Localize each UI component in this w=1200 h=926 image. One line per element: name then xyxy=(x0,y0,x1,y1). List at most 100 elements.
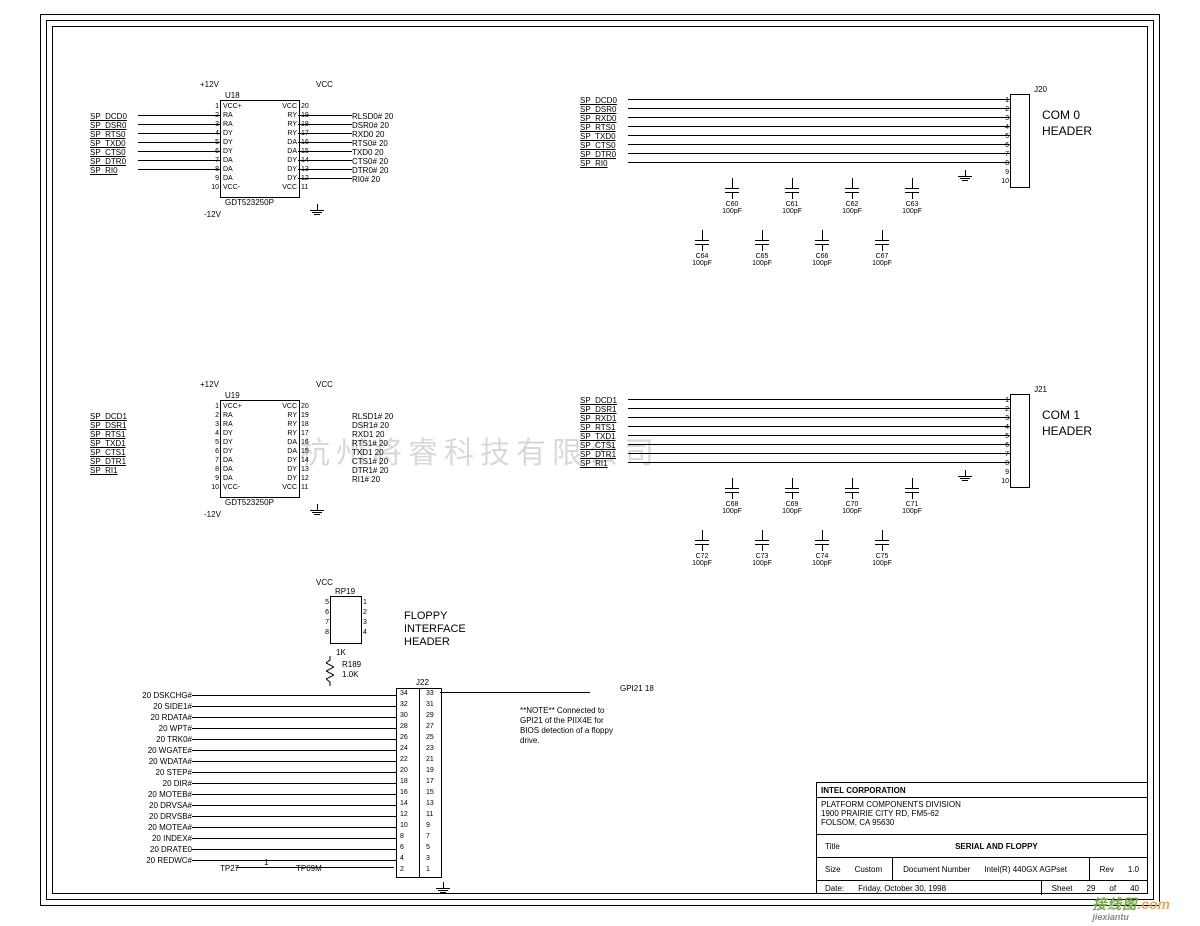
j22-pin-r: 31 xyxy=(426,701,434,708)
sig: 20 DSKCHG# xyxy=(72,690,192,701)
sig: SP_CTS0 xyxy=(580,141,617,150)
bus xyxy=(192,772,396,773)
u18-vcc: VCC xyxy=(316,80,333,89)
sig: SP_TXD0 xyxy=(580,132,617,141)
sig: DTR0# 20 xyxy=(352,166,393,175)
sig: SP_DCD0 xyxy=(580,96,617,105)
p: VCC xyxy=(282,484,297,491)
n: 10 xyxy=(207,484,219,491)
sig: SP_RTS0 xyxy=(90,130,127,139)
p: DA xyxy=(287,439,297,446)
chip-u18-part: GDT523250P xyxy=(225,198,274,207)
sig: SP_DTR0 xyxy=(580,150,617,159)
u18-pin-r-20: VCC xyxy=(282,103,297,110)
bus xyxy=(192,783,396,784)
p: VCC xyxy=(282,403,297,410)
u18-num-r-11: 11 xyxy=(301,184,313,191)
j22-pin-l: 6 xyxy=(400,844,404,851)
n: 17 xyxy=(301,430,313,437)
sig: 20 DIR# xyxy=(72,778,192,789)
v: 100pF xyxy=(722,208,742,215)
bus xyxy=(138,124,220,125)
n: 19 xyxy=(301,412,313,419)
bus xyxy=(138,169,220,170)
n: 4 xyxy=(207,430,219,437)
c: C75 xyxy=(876,553,889,560)
p: RY xyxy=(287,421,297,428)
bus xyxy=(298,169,352,170)
sig: CTS1# 20 xyxy=(352,457,393,466)
tb-of: 40 xyxy=(1126,884,1143,893)
u18-pin-l-10: VCC- xyxy=(223,184,240,191)
tp27: TP27 xyxy=(220,864,239,873)
j22-pin-r: 17 xyxy=(426,778,434,785)
bus xyxy=(298,115,352,116)
u18-pin-l-1: VCC+ xyxy=(223,103,242,110)
p: RA xyxy=(223,421,233,428)
rp-p: 4 xyxy=(363,629,375,636)
p: 6 xyxy=(999,442,1009,449)
floppy-vcc: VCC xyxy=(316,578,333,587)
sig: RLSD1# 20 xyxy=(352,412,393,421)
bus xyxy=(628,144,1010,145)
c: C68 xyxy=(726,501,739,508)
bus xyxy=(138,115,220,116)
sig: DTR1# 20 xyxy=(352,466,393,475)
j22-pin-r: 3 xyxy=(426,855,430,862)
v: 100pF xyxy=(692,560,712,567)
sig: SP_RI0 xyxy=(580,159,617,168)
bus xyxy=(628,417,1010,418)
bus xyxy=(628,117,1010,118)
bus xyxy=(628,108,1010,109)
com0-sig-right: RLSD0# 20 DSR0# 20 RXD0 20 RTS0# 20 TXD0… xyxy=(352,112,393,184)
n: 9 xyxy=(207,475,219,482)
u18-pin-l-2: RA xyxy=(223,112,233,119)
bus xyxy=(192,860,396,861)
n: 11 xyxy=(301,484,313,491)
bus xyxy=(628,426,1010,427)
sig: RI0# 20 xyxy=(352,175,393,184)
u18-pin-r-14: DY xyxy=(287,157,297,164)
u18-pin-l-6: DY xyxy=(223,148,233,155)
bus xyxy=(192,750,396,751)
sig: SP_TXD0 xyxy=(90,139,127,148)
sig: SP_DSR0 xyxy=(580,105,617,114)
v: 100pF xyxy=(872,560,892,567)
u19-gnd xyxy=(310,504,324,515)
sig: RTS1# 20 xyxy=(352,439,393,448)
j22-pin-r: 29 xyxy=(426,712,434,719)
p: 9 xyxy=(999,469,1009,476)
com0-title1: COM 0 xyxy=(1042,108,1080,122)
u19-vcc: VCC xyxy=(316,380,333,389)
sig: SP_DTR1 xyxy=(90,457,127,466)
p: DA xyxy=(223,475,233,482)
com0-sig-left: SP_DCD0 SP_DSR0 SP_RTS0 SP_TXD0 SP_CTS0 … xyxy=(90,112,127,175)
u18-gnd xyxy=(310,204,324,215)
bus xyxy=(298,178,352,179)
j22-pin-r: 19 xyxy=(426,767,434,774)
com0-title2: HEADER xyxy=(1042,124,1092,138)
v: 100pF xyxy=(782,508,802,515)
title-block: INTEL CORPORATION PLATFORM COMPONENTS DI… xyxy=(816,782,1148,894)
v: 100pF xyxy=(782,208,802,215)
sig: RXD0 20 xyxy=(352,130,393,139)
sig: 20 TRK0# xyxy=(72,734,192,745)
p: 2 xyxy=(999,406,1009,413)
tb-doc: Intel(R) 440GX AGPset xyxy=(980,865,1082,874)
u19-vplus: +12V xyxy=(200,380,219,389)
sig: RI1# 20 xyxy=(352,475,393,484)
tb-sheet: 29 xyxy=(1083,884,1100,893)
sig: SP_RXD1 xyxy=(580,414,617,423)
p: 6 xyxy=(999,142,1009,149)
bus xyxy=(138,133,220,134)
c: C66 xyxy=(816,253,829,260)
sig: SP_RTS1 xyxy=(580,423,617,432)
p: DY xyxy=(223,448,233,455)
u18-pin-r-12: DY xyxy=(287,175,297,182)
hdr-j21: J21 1 2 3 4 5 6 7 8 9 10 xyxy=(1010,394,1030,488)
p: 10 xyxy=(999,478,1009,485)
com1-hdr-sig: SP_DCD1 SP_DSR1 SP_RXD1 SP_RTS1 SP_TXD1 … xyxy=(580,396,617,468)
sig: SP_CTS1 xyxy=(580,441,617,450)
p: DY xyxy=(287,466,297,473)
u18-pin-l-7: DA xyxy=(223,157,233,164)
